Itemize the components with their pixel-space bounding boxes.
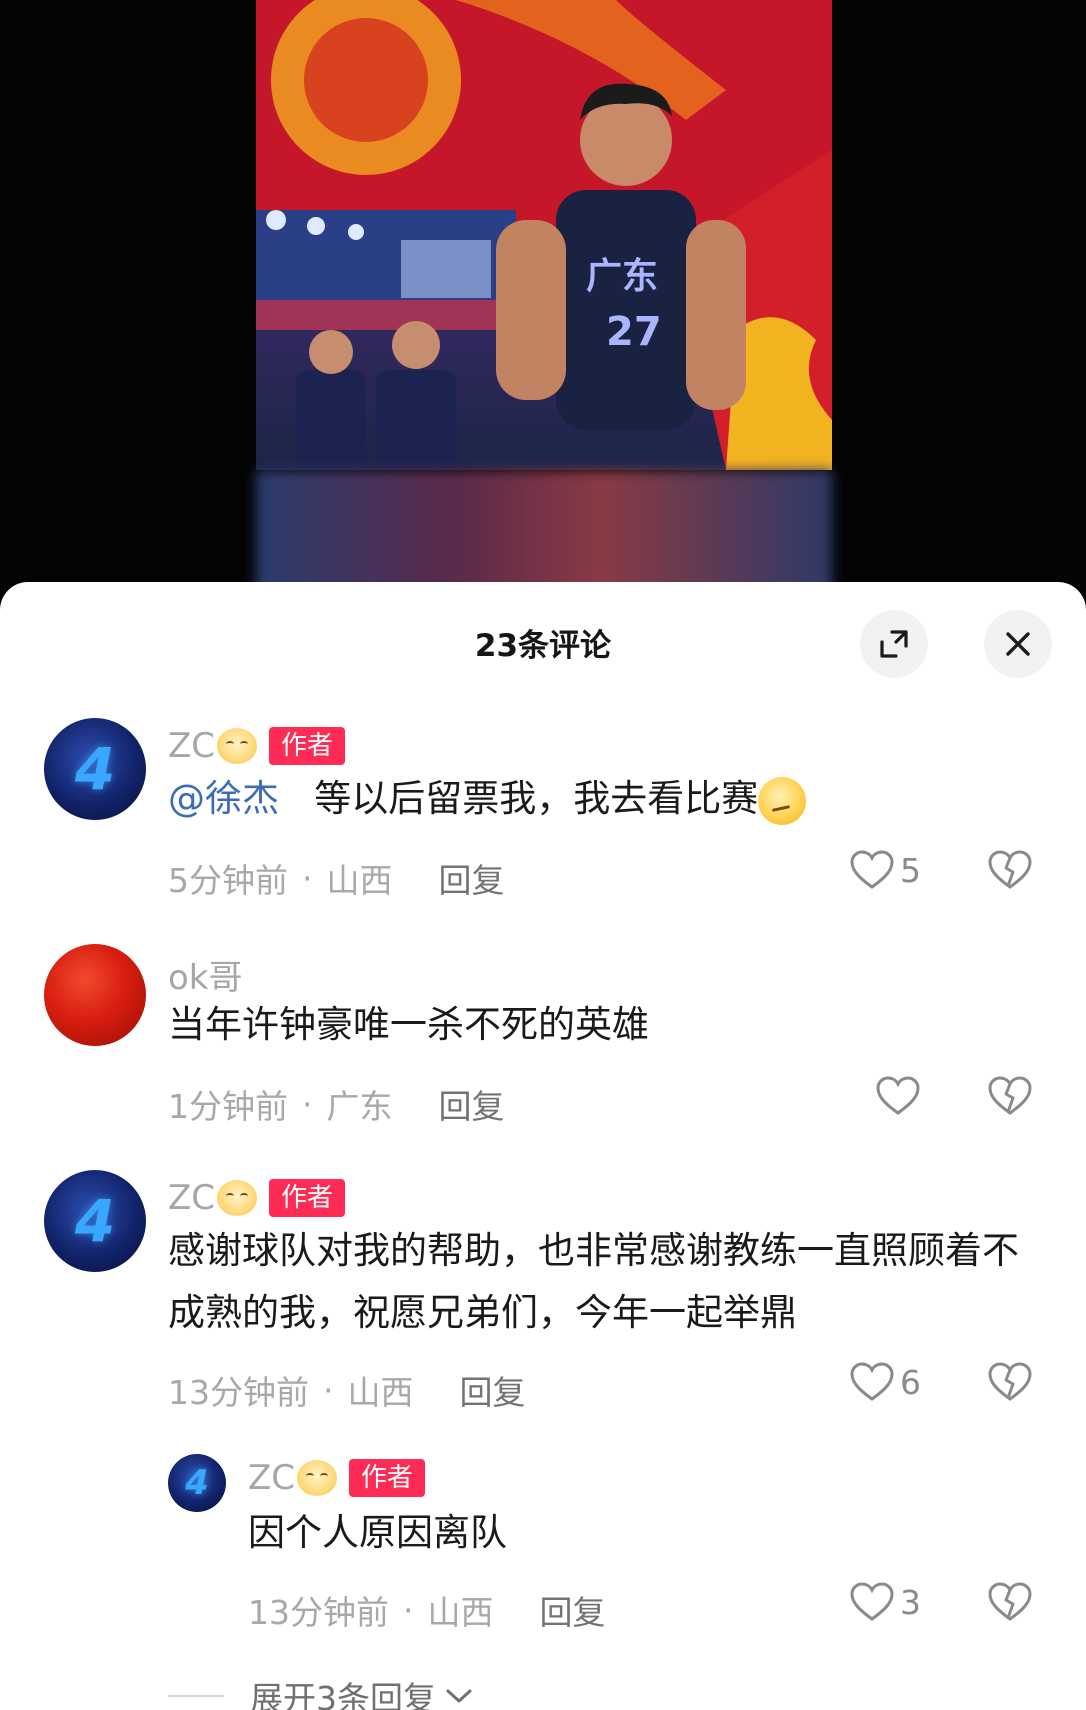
like-button[interactable]: 6 [850, 1362, 921, 1402]
dislike-button[interactable] [988, 1362, 1032, 1406]
reply-button[interactable]: 回复 [540, 1586, 606, 1634]
comment-location: 山西 [326, 861, 393, 900]
heart-icon [850, 850, 894, 889]
avatar[interactable] [44, 944, 146, 1046]
comment-time: 5分钟前 [168, 861, 288, 900]
avatar-badge: 4 [74, 1187, 116, 1255]
comment-time: 1分钟前 [168, 1087, 288, 1126]
expand-line-divider [168, 1695, 224, 1697]
username[interactable]: ZC [168, 726, 215, 766]
smile-emoji-icon [297, 1460, 338, 1496]
close-icon [1006, 632, 1030, 656]
comment-body: 等以后留票我，我去看比赛 [314, 777, 759, 820]
comment-text: 感谢球队对我的帮助，也非常感谢教练一直照顾着不成熟的我，祝愿兄弟们，今年一起举鼎 [168, 1229, 1019, 1334]
like-button[interactable]: 3 [850, 1582, 921, 1622]
comment-location: 山西 [427, 1593, 494, 1632]
avatar[interactable]: 4 [168, 1454, 226, 1512]
dislike-button[interactable] [988, 850, 1032, 894]
dislike-heart-icon [988, 1582, 1032, 1621]
expand-sheet-button[interactable] [860, 610, 928, 678]
username[interactable]: ok哥 [168, 950, 243, 999]
close-sheet-button[interactable] [984, 610, 1052, 678]
separator-dot: · [302, 1084, 313, 1124]
author-badge: 作者 [349, 1459, 426, 1497]
dislike-heart-icon [988, 1076, 1032, 1115]
comment-text: @徐杰 等以后留票我，我去看比赛 [168, 768, 1048, 830]
separator-dot: · [403, 1590, 414, 1630]
avatar-badge: 4 [185, 1463, 209, 1503]
comment-location: 广东 [326, 1087, 393, 1126]
separator-dot: · [302, 858, 313, 898]
reply-button[interactable]: 回复 [460, 1366, 526, 1414]
dislike-button[interactable] [988, 1076, 1032, 1120]
heart-icon [876, 1076, 920, 1115]
comment-text: 当年许钟豪唯一杀不死的英雄 [168, 1003, 649, 1046]
avatar[interactable]: 4 [44, 1170, 146, 1272]
video-area[interactable]: 广东 27 [0, 0, 1086, 600]
comment-text: 因个人原因离队 [248, 1511, 507, 1554]
dislike-heart-icon [988, 1362, 1032, 1401]
mention-link[interactable]: @徐杰 [168, 777, 279, 820]
comment-sheet: 23条评论 4 ZC 作者 @徐杰 等以后留票我，我去看比赛 5分钟前 · 山西… [0, 582, 1086, 1710]
smile-emoji-icon [217, 1180, 258, 1216]
author-badge: 作者 [269, 1179, 346, 1217]
expand-icon [880, 630, 908, 658]
heart-icon [850, 1362, 894, 1401]
comment-location: 山西 [347, 1373, 414, 1412]
expand-replies-label: 展开3条回复 [250, 1679, 436, 1710]
basketball-photo-illustration: 广东 27 [256, 0, 832, 470]
like-count: 3 [900, 1582, 921, 1622]
username[interactable]: ZC [248, 1458, 295, 1498]
post-photo-blurred-extension [256, 470, 832, 600]
dislike-heart-icon [988, 850, 1032, 889]
jersey-team: 广东 [586, 256, 658, 297]
author-badge: 作者 [269, 727, 346, 765]
dislike-button[interactable] [988, 1582, 1032, 1626]
comment-time: 13分钟前 [168, 1373, 309, 1412]
post-photo: 广东 27 [256, 0, 832, 470]
reply-button[interactable]: 回复 [439, 1080, 505, 1128]
like-count: 6 [900, 1362, 921, 1402]
heart-icon [850, 1582, 894, 1621]
separator-dot: · [323, 1370, 334, 1410]
smile-emoji-icon [217, 728, 258, 764]
avatar-badge: 4 [74, 735, 116, 803]
expand-replies-button[interactable]: 展开3条回复 [168, 1672, 474, 1710]
chevron-down-icon [446, 1689, 472, 1703]
reply-button[interactable]: 回复 [439, 854, 505, 902]
like-count: 5 [900, 850, 921, 890]
jersey-number: 27 [606, 309, 662, 355]
comment-time: 13分钟前 [248, 1593, 389, 1632]
like-button[interactable]: 5 [850, 850, 921, 890]
username[interactable]: ZC [168, 1178, 215, 1218]
avatar[interactable]: 4 [44, 718, 146, 820]
like-button[interactable] [876, 1076, 920, 1116]
thinking-emoji-icon [758, 776, 807, 825]
